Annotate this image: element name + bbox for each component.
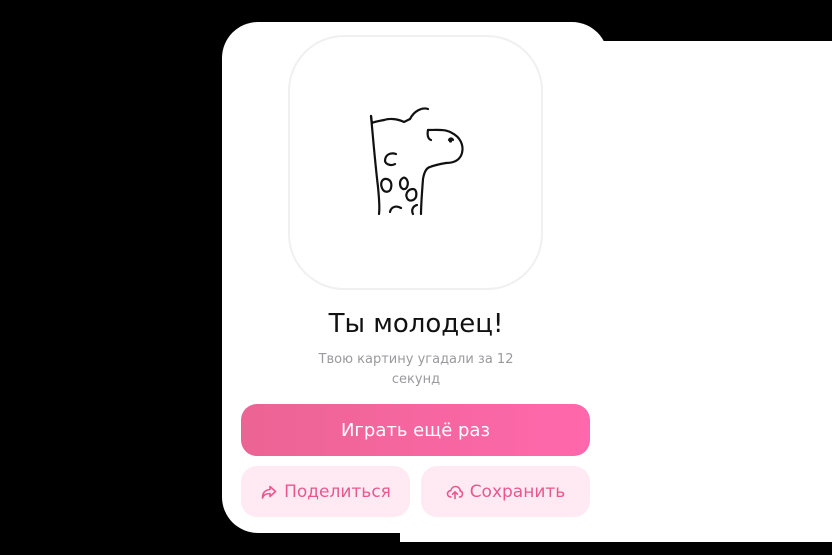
- result-subtitle: Твою картину угадали за 12 секунд: [318, 352, 514, 387]
- share-label: Поделиться: [284, 481, 391, 502]
- result-title: Ты молодец!: [328, 309, 504, 339]
- save-button[interactable]: Сохранить: [421, 466, 590, 517]
- giraffe-drawing: [369, 107, 464, 216]
- drawing-frame: [288, 35, 543, 290]
- result-screen: Ты молодец! Твою картину угадали за 12 с…: [0, 0, 832, 555]
- play-again-label: Играть ещё раз: [340, 419, 491, 441]
- play-again-button[interactable]: Играть ещё раз: [241, 404, 590, 456]
- cloud-upload-icon: [446, 483, 464, 501]
- save-label: Сохранить: [469, 481, 566, 502]
- share-button[interactable]: Поделиться: [241, 466, 410, 517]
- share-arrow-icon: [260, 483, 278, 501]
